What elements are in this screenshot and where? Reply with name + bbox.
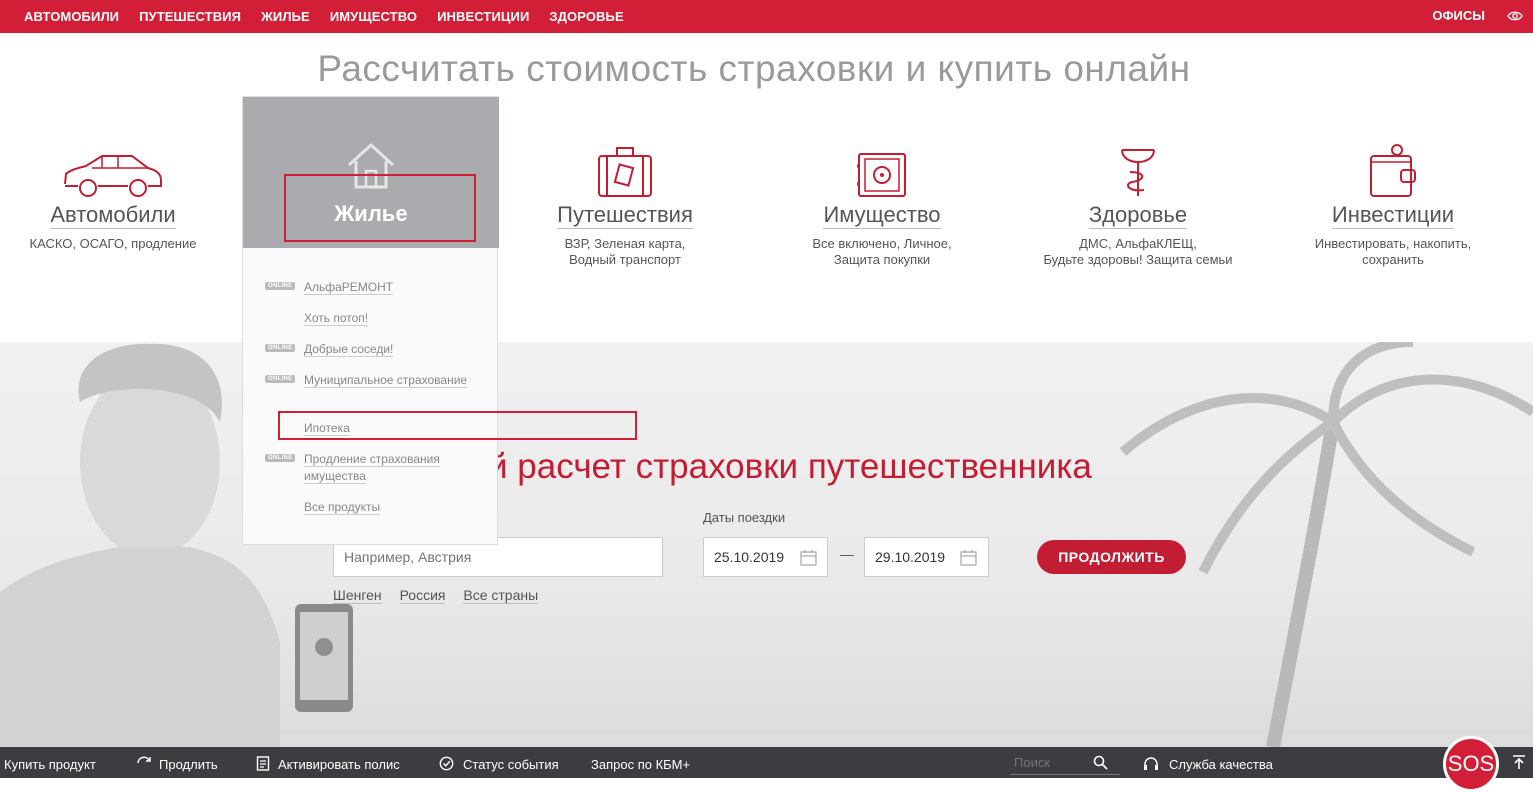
online-badge: ONLINE <box>265 454 296 462</box>
travel-calculator-hero: й расчет страховки путешественника Даты … <box>0 342 1533 747</box>
list-item[interactable]: Все продукты <box>243 497 499 528</box>
nav-item-property[interactable]: ИМУЩЕСТВО <box>330 9 417 24</box>
list-item[interactable]: Хоть потоп! <box>243 308 499 339</box>
page-headline: Рассчитать стоимость страховки и купить … <box>317 48 1191 89</box>
headset-icon <box>1143 756 1159 774</box>
sos-button[interactable]: SOS <box>1443 736 1499 792</box>
category-name: Инвестиции <box>1331 202 1455 229</box>
highlight-box-housing <box>284 174 476 242</box>
quick-link-all-countries[interactable]: Все страны <box>463 587 539 604</box>
list-item[interactable]: ONLINE Продление страхования имущества <box>243 449 499 497</box>
category-description: сохранить <box>1362 252 1424 267</box>
trip-dates-label: Даты поездки <box>703 510 786 525</box>
category-investments[interactable]: Инвестиции Инвестировать, накопить, сохр… <box>1263 140 1523 268</box>
top-navigation: АВТОМОБИЛИ ПУТЕШЕСТВИЯ ЖИЛЬЕ ИМУЩЕСТВО И… <box>0 0 1533 33</box>
calendar-icon[interactable] <box>800 549 817 571</box>
quick-links: Шенген Россия Все страны <box>333 587 552 604</box>
buy-product-button[interactable]: Купить продукт <box>4 757 96 772</box>
category-description: Все включено, Личное, <box>812 236 952 251</box>
renew-button[interactable]: Продлить <box>159 757 218 772</box>
category-travel[interactable]: Путешествия ВЗР, Зеленая карта, Водный т… <box>495 140 755 268</box>
category-name: Здоровье <box>1088 202 1188 229</box>
search-icon[interactable] <box>1093 755 1108 773</box>
eye-icon[interactable] <box>1507 8 1523 29</box>
category-nav: АВТОМОБИЛИ ПУТЕШЕСТВИЯ ЖИЛЬЕ ИМУЩЕСТВО И… <box>24 0 644 33</box>
category-description: ВЗР, Зеленая карта, <box>564 236 686 251</box>
suitcase-icon <box>598 147 652 197</box>
category-description: Инвестировать, накопить, <box>1314 236 1472 251</box>
check-circle-icon <box>439 756 454 774</box>
bottom-toolbar: Купить продукт Продлить Активировать пол… <box>0 747 1533 778</box>
category-description: Будьте здоровы! Защита семьи <box>1043 252 1233 267</box>
category-name: Автомобили <box>50 202 176 229</box>
calendar-icon[interactable] <box>960 549 977 571</box>
category-description: КАСКО, ОСАГО, продление <box>29 236 197 251</box>
housing-product-list: ONLINE АльфаРЕМОНТ Хоть потоп! ONLINE До… <box>243 277 499 528</box>
nav-item-cars[interactable]: АВТОМОБИЛИ <box>24 9 119 24</box>
product-link-good-neighbors[interactable]: Добрые соседи! <box>304 342 394 357</box>
housing-dropdown: Жилье ONLINE АльфаРЕМОНТ Хоть потоп! ONL… <box>242 96 499 545</box>
nav-item-housing[interactable]: ЖИЛЬЕ <box>261 9 310 24</box>
product-link-alfaremont[interactable]: АльфаРЕМОНТ <box>304 280 394 295</box>
date-range-dash: — <box>840 546 854 562</box>
quick-link-russia[interactable]: Россия <box>399 587 446 604</box>
category-name: Имущество <box>823 202 941 229</box>
category-description: ДМС, АльфаКЛЕЩ, <box>1079 236 1197 251</box>
category-description: Водный транспорт <box>569 252 681 267</box>
activate-policy-button[interactable]: Активировать полис <box>278 757 400 772</box>
product-link-flood[interactable]: Хоть потоп! <box>304 311 369 326</box>
kbm-request-button[interactable]: Запрос по КБМ+ <box>591 757 690 772</box>
safe-icon <box>857 153 906 197</box>
nav-item-investments[interactable]: ИНВЕСТИЦИИ <box>437 9 529 24</box>
document-icon <box>256 756 270 774</box>
wallet-icon <box>1370 144 1416 197</box>
product-link-property-renewal[interactable]: Продление страхования имущества <box>304 452 440 484</box>
category-property[interactable]: Имущество Все включено, Личное, Защита п… <box>752 140 1012 268</box>
list-item[interactable]: ONLINE АльфаРЕМОНТ <box>243 277 499 308</box>
continue-button[interactable]: ПРОДОЛЖИТЬ <box>1037 540 1186 574</box>
medical-icon <box>1121 149 1155 196</box>
category-cars[interactable]: Автомобили КАСКО, ОСАГО, продление <box>0 140 243 252</box>
list-item[interactable]: ONLINE Добрые соседи! <box>243 339 499 370</box>
category-health[interactable]: Здоровье ДМС, АльфаКЛЕЩ, Будьте здоровы!… <box>1008 140 1268 268</box>
nav-item-health[interactable]: ЗДОРОВЬЕ <box>549 9 623 24</box>
online-badge: ONLINE <box>265 282 296 290</box>
quick-link-schengen[interactable]: Шенген <box>333 587 382 604</box>
calculator-title: й расчет страховки путешественника <box>488 447 1092 486</box>
highlight-box-mortgage <box>278 411 637 440</box>
renew-icon <box>136 756 152 773</box>
online-badge: ONLINE <box>265 344 296 352</box>
car-icon <box>64 155 162 197</box>
quality-service-button[interactable]: Служба качества <box>1169 757 1273 772</box>
product-link-municipal[interactable]: Муниципальное страхование <box>304 373 468 388</box>
category-description: Защита покупки <box>833 252 931 267</box>
category-name: Путешествия <box>557 202 693 229</box>
scroll-top-icon[interactable] <box>1512 755 1526 773</box>
offices-link[interactable]: ОФИСЫ <box>1432 8 1485 23</box>
event-status-button[interactable]: Статус события <box>463 757 559 772</box>
online-badge: ONLINE <box>265 375 296 383</box>
nav-item-travel[interactable]: ПУТЕШЕСТВИЯ <box>139 9 241 24</box>
product-link-all-products[interactable]: Все продукты <box>304 500 381 515</box>
